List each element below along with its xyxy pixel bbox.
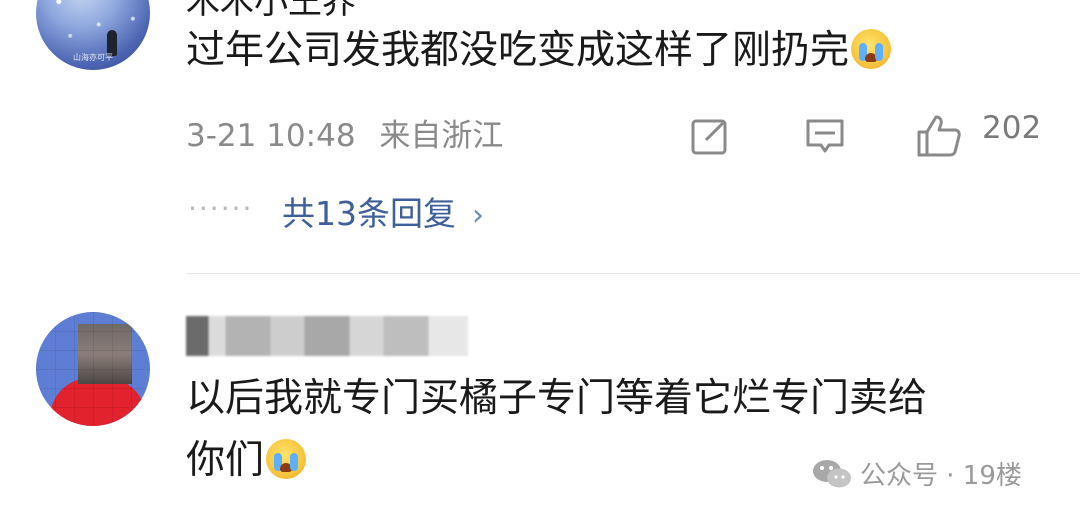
crying-face-emoji-icon [266,439,307,479]
replies-label: 共13条回复 [282,194,456,233]
username-blurred[interactable] [186,316,468,356]
comment-text-continued: 你们 [186,428,307,494]
location: 来自浙江 [379,118,504,154]
replies-dots: ······ [188,192,254,225]
comment-text: 以后我就专门买橘子专门等着它烂专门卖给 [186,366,927,432]
watermark-label: 公众号 · 19楼 [860,461,1022,491]
chevron-right-icon: › [472,198,484,233]
view-replies-link[interactable]: 共13条回复 › [282,187,484,235]
wechat-watermark: 公众号 · 19楼 [812,455,1022,492]
crying-face-emoji-icon [851,29,892,69]
avatar-blurred[interactable] [36,312,150,426]
avatar-watermark: 山海亦可平 [73,53,113,62]
like-count: 202 [982,110,1042,146]
comment-divider [186,273,1080,274]
timestamp: 3-21 10:48 [186,118,356,154]
comment-text-line2: 你们 [186,438,265,483]
wechat-icon [813,459,851,487]
comment-bubble-icon[interactable] [805,116,845,156]
share-edit-icon[interactable] [690,116,730,156]
comment-text-line1: 以后我就专门买橘子专门等着它烂专门卖给 [186,376,928,421]
comment-text-content: 过年公司发我都没吃变成这样了刚扔完 [186,28,850,73]
avatar[interactable]: 山海亦可平 [36,0,150,70]
avatar-mosaic [36,312,150,426]
comment-text: 过年公司发我都没吃变成这样了刚扔完 [186,18,892,84]
thumbs-up-icon[interactable] [916,114,962,158]
comment-meta: 3-21 10:48 来自浙江 [186,110,503,155]
